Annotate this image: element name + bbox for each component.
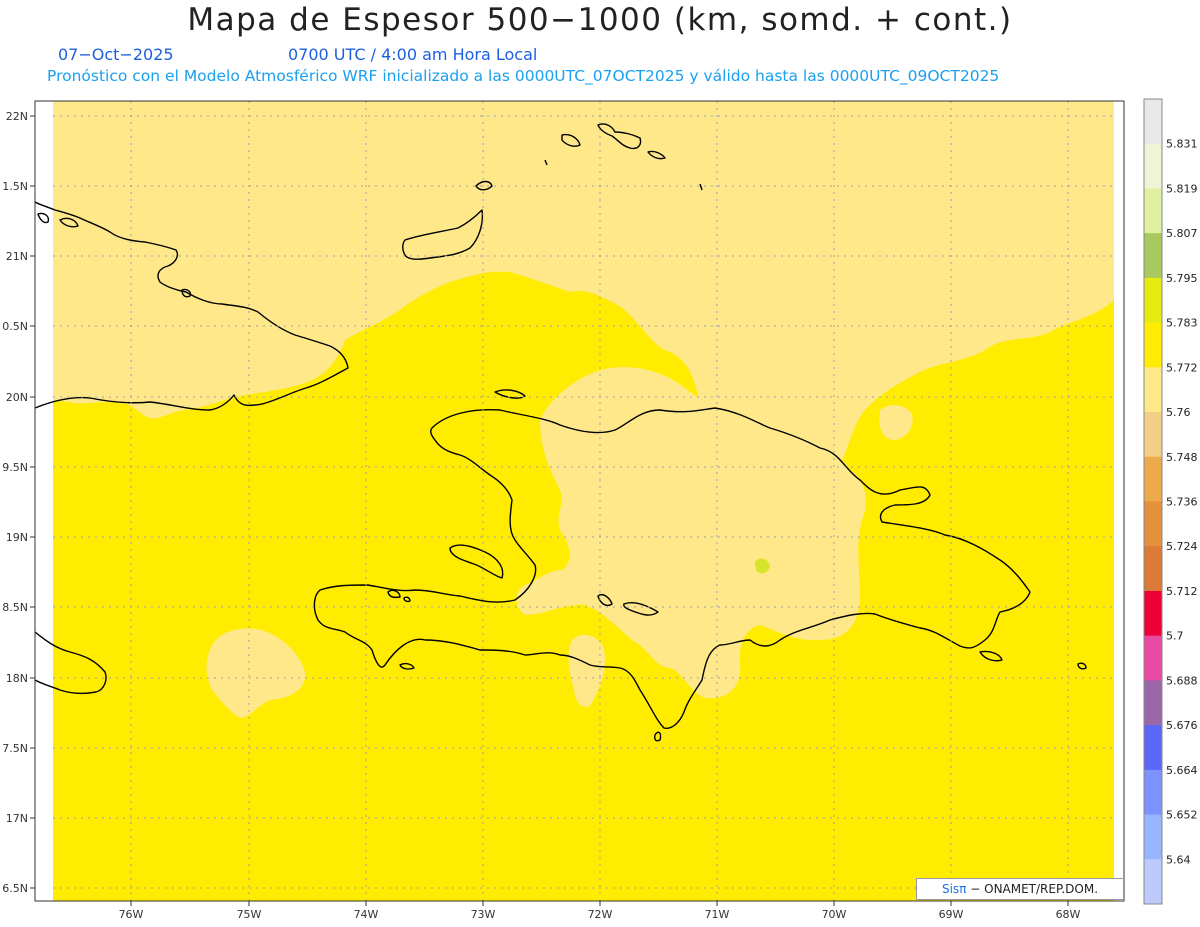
colorbar: 5.831 5.819 5.807 5.795 5.783 5.772 5.76 5.748 5…	[1143, 98, 1198, 905]
colorbar-swatch	[1144, 277, 1162, 324]
colorbar-label: 5.819	[1166, 182, 1198, 195]
colorbar-swatch	[1144, 501, 1162, 547]
colorbar-swatch	[1144, 859, 1162, 905]
lat-label: 9.5N	[2, 461, 28, 474]
lon-label: 69W	[939, 908, 964, 921]
lon-label: 75W	[237, 908, 262, 921]
colorbar-swatch	[1144, 725, 1162, 771]
lat-label: 19N	[6, 531, 28, 544]
cuba-islet-1	[37, 212, 50, 224]
colorbar-label: 5.676	[1166, 719, 1198, 732]
lat-label: 0.5N	[2, 320, 28, 333]
colorbar-swatch	[1144, 680, 1162, 726]
colorbar-label: 5.807	[1166, 227, 1198, 240]
credit-box: Sisπ − ONAMET/REP.DOM.	[916, 878, 1124, 900]
lat-label: 20N	[6, 391, 28, 404]
colorbar-swatch	[1144, 635, 1162, 681]
longitude-labels: 76W 75W 74W 73W 72W 71W 70W 69W 68W	[119, 908, 1081, 921]
colorbar-swatch	[1144, 412, 1162, 458]
colorbar-label: 5.64	[1166, 853, 1191, 866]
colorbar-label: 5.7	[1166, 630, 1184, 643]
colorbar-swatch	[1144, 233, 1162, 279]
colorbar-swatch	[1144, 814, 1162, 860]
colorbar-label: 5.795	[1166, 272, 1198, 285]
colorbar-label: 5.688	[1166, 674, 1198, 687]
lon-label: 73W	[471, 908, 496, 921]
credit-text: − ONAMET/REP.DOM.	[970, 882, 1099, 896]
lon-label: 74W	[354, 908, 379, 921]
lat-label: 7.5N	[2, 742, 28, 755]
colorbar-swatch	[1144, 322, 1162, 368]
credit-brand: Sisπ	[941, 882, 967, 896]
lat-label: 6.5N	[2, 882, 28, 895]
colorbar-swatch	[1144, 769, 1162, 816]
thickness-map: 22N 1.5N 21N 0.5N 20N 9.5N 19N 8.5N 18N …	[2, 98, 1198, 921]
colorbar-label: 5.712	[1166, 585, 1198, 598]
colorbar-label: 5.783	[1166, 317, 1198, 330]
colorbar-swatch	[1144, 546, 1162, 592]
colorbar-swatch	[1144, 99, 1162, 145]
colorbar-swatch	[1144, 143, 1162, 189]
lon-label: 71W	[705, 908, 730, 921]
colorbar-swatch	[1144, 456, 1162, 502]
lat-label: 1.5N	[2, 180, 28, 193]
lat-label: 17N	[6, 812, 28, 825]
lon-label: 70W	[822, 908, 847, 921]
lon-label: 68W	[1056, 908, 1081, 921]
lat-label: 21N	[6, 250, 28, 263]
colorbar-label: 5.652	[1166, 809, 1198, 822]
colorbar-label: 5.76	[1166, 406, 1191, 419]
colorbar-swatch	[1144, 188, 1162, 234]
lat-label: 22N	[6, 110, 28, 123]
colorbar-swatch	[1144, 367, 1162, 413]
lat-label: 8.5N	[2, 601, 28, 614]
colorbar-label: 5.724	[1166, 540, 1198, 553]
colorbar-label: 5.736	[1166, 496, 1198, 509]
latitude-labels: 22N 1.5N 21N 0.5N 20N 9.5N 19N 8.5N 18N …	[2, 110, 28, 895]
colorbar-label: 5.831	[1166, 138, 1198, 151]
colorbar-swatch	[1144, 590, 1162, 637]
colorbar-label: 5.748	[1166, 451, 1198, 464]
colorbar-label: 5.664	[1166, 764, 1198, 777]
lat-label: 18N	[6, 672, 28, 685]
lon-label: 72W	[588, 908, 613, 921]
colorbar-label: 5.772	[1166, 361, 1198, 374]
lon-label: 76W	[119, 908, 144, 921]
